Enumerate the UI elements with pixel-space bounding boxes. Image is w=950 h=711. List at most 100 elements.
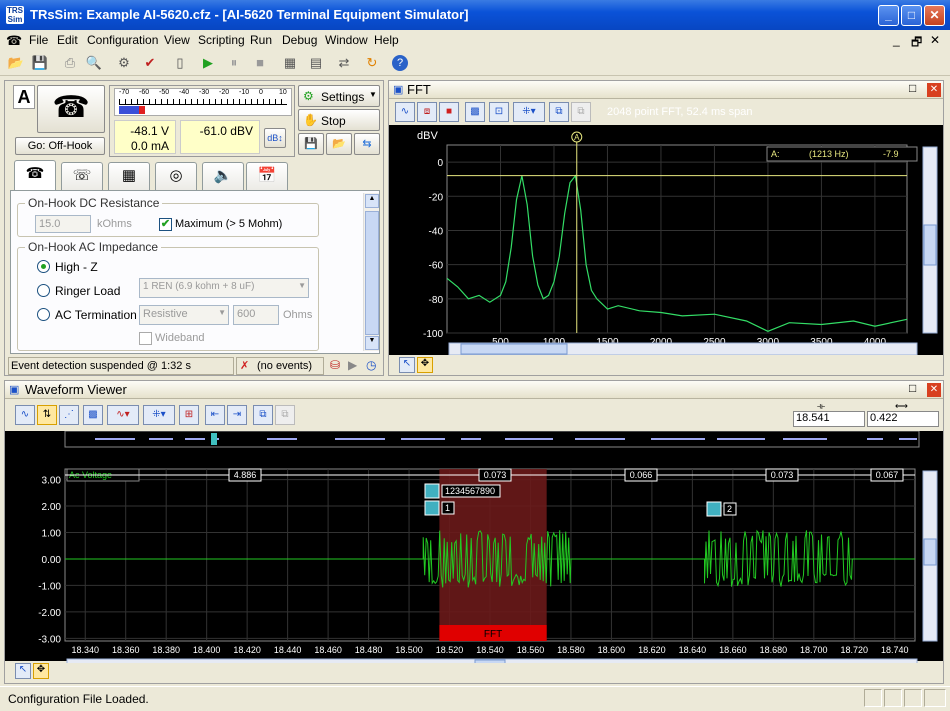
calculator-icon[interactable]: ▦ [280, 53, 300, 73]
tab-dial[interactable]: ◎ [155, 162, 197, 190]
menu-window[interactable]: Window [325, 33, 368, 47]
wv-scale-icon[interactable]: ⇅ [37, 405, 57, 425]
clock-icon[interactable]: ◷ [366, 358, 376, 372]
fft-spectrum-icon[interactable]: ⧈ [417, 102, 437, 122]
checklist-icon[interactable]: ✔ [140, 53, 160, 73]
wv-fit-icon[interactable]: ⊞ [179, 405, 199, 425]
fft-close-icon[interactable]: ✕ [927, 83, 941, 97]
wv-settings-icon[interactable]: ▩ [83, 405, 103, 425]
wv-wave-icon[interactable]: ∿ [15, 405, 35, 425]
tab-calendar[interactable]: 📅 [246, 162, 288, 190]
wv-x-tick: 18.700 [800, 645, 828, 655]
events-status: ✗ (no events) [236, 357, 324, 375]
transfer-icon[interactable]: ⇆ [354, 133, 380, 155]
phone-icon[interactable]: ☎ [37, 85, 105, 133]
pointer-tool-icon[interactable]: ↖ [399, 357, 415, 373]
wv-pan-tool-icon[interactable]: ✥ [33, 663, 49, 679]
menu-run[interactable]: Run [250, 33, 272, 47]
fft-cursor-dropdown[interactable]: ⁜▾ [513, 102, 545, 122]
fft-record-icon[interactable]: ■ [439, 102, 459, 122]
print-preview-icon[interactable]: 🔍 [84, 53, 104, 73]
wv-x-tick: 18.620 [638, 645, 666, 655]
fft-marker-tag-label: A [574, 133, 580, 142]
minimize-button[interactable]: _ [878, 5, 899, 26]
channel-letter: A [13, 85, 35, 109]
wv-paste-icon[interactable]: ⧉ [275, 405, 295, 425]
events-label: (no events) [257, 360, 313, 372]
fft-chart[interactable]: dBV0-20-40-60-80-10050010001500200025003… [389, 125, 943, 355]
menu-edit[interactable]: Edit [57, 33, 78, 47]
menu-file[interactable]: File [29, 33, 48, 47]
dc-resistance-input[interactable]: 15.0 [35, 215, 91, 233]
pan-tool-icon[interactable]: ✥ [417, 357, 433, 373]
waveform-close-icon[interactable]: ✕ [927, 383, 941, 397]
waveform-maximize-icon[interactable]: □ [909, 381, 916, 395]
wv-trace-dropdown[interactable]: ∿▾ [107, 405, 139, 425]
radio-ac-termination[interactable] [37, 308, 50, 321]
app-icon: TRS Sim [6, 6, 24, 24]
title-bar[interactable]: TRS Sim TRsSim: Example AI-5620.cfz - [A… [0, 0, 950, 30]
pause-icon[interactable]: ⏸ [224, 53, 244, 73]
tab-hook[interactable]: ☎ [14, 160, 56, 190]
menu-debug[interactable]: Debug [282, 33, 317, 47]
go-off-hook-button[interactable]: Go: Off-Hook [15, 137, 105, 155]
save-icon[interactable]: 💾 [30, 53, 50, 73]
maximum-checkbox[interactable]: ✔ [159, 218, 172, 231]
fft-zoom-icon[interactable]: ⊡ [489, 102, 509, 122]
wv-cursor-dropdown[interactable]: ⁜▾ [143, 405, 175, 425]
fft-paste-icon[interactable]: ⧉ [571, 102, 591, 122]
stop-icon[interactable]: ■ [250, 53, 270, 73]
menu-configuration[interactable]: Configuration [87, 33, 158, 47]
ringer-load-select[interactable]: 1 REN (6.9 kohm + 8 uF) ▼ [139, 278, 309, 298]
fft-maximize-icon[interactable]: □ [909, 81, 916, 95]
menu-view[interactable]: View [164, 33, 190, 47]
wv-zoom-in-icon[interactable]: ⇤ [205, 405, 225, 425]
fft-settings-icon[interactable]: ▩ [465, 102, 485, 122]
menu-help[interactable]: Help [374, 33, 399, 47]
wv-channels-icon[interactable]: ⋰ [59, 405, 79, 425]
wideband-checkbox[interactable] [139, 332, 152, 345]
open-icon[interactable]: 📂 [6, 53, 26, 73]
save-config-icon[interactable]: 💾 [298, 133, 324, 155]
settings-button[interactable]: ⚙ Settings ▼ [298, 85, 380, 107]
radio-ringer-load[interactable] [37, 284, 50, 297]
wv-zoom-out-icon[interactable]: ⇥ [227, 405, 247, 425]
waveform-chart[interactable]: 3.00 2.00 1.00 0.00 -1.00 -2.00 -3.00 18.340 18.… [5, 431, 943, 663]
menu-scripting[interactable]: Scripting [198, 33, 245, 47]
vertical-scrollbar[interactable]: ▲ ▼ [363, 193, 379, 351]
wv-x-tick: 18.660 [719, 645, 747, 655]
close-button[interactable]: ✕ [924, 5, 945, 26]
wv-copy-icon[interactable]: ⧉ [253, 405, 273, 425]
fft-copy-icon[interactable]: ⧉ [549, 102, 569, 122]
stop-button[interactable]: ✋ Stop [298, 109, 380, 131]
gear-icon[interactable]: ⚙ [114, 53, 134, 73]
play-icon[interactable]: ▶ [348, 358, 357, 372]
document-icon[interactable]: ☎ [6, 33, 22, 49]
wv-pointer-tool-icon[interactable]: ↖ [15, 663, 31, 679]
tab-keypad[interactable]: ▦ [108, 162, 150, 190]
time-span-field[interactable]: 0.422 [867, 411, 939, 427]
tab-ringer[interactable]: ☏ [61, 162, 103, 190]
time-position-field[interactable]: 18.541 [793, 411, 865, 427]
tab-audio[interactable]: 🔈 [202, 162, 244, 190]
scroll-up-icon[interactable]: ▲ [365, 194, 379, 208]
notes-icon[interactable]: ▤ [306, 53, 326, 73]
new-script-icon[interactable]: ▯ [170, 53, 190, 73]
mdi-close-button[interactable]: ✕ [930, 33, 940, 47]
refresh-icon[interactable]: ↻ [362, 53, 382, 73]
fft-wave-icon[interactable]: ∿ [395, 102, 415, 122]
load-config-icon[interactable]: 📂 [326, 133, 352, 155]
radio-high-z[interactable] [37, 260, 50, 273]
record-icon[interactable]: ⛁ [330, 358, 340, 372]
scroll-down-icon[interactable]: ▼ [365, 336, 379, 350]
mdi-minimize-button[interactable]: _ [893, 33, 900, 47]
scroll-thumb[interactable] [365, 211, 379, 335]
help-icon[interactable]: ? [392, 55, 408, 71]
run-icon[interactable]: ▶ [198, 53, 218, 73]
db-toggle-icon[interactable]: dB↕ [264, 128, 286, 148]
termination-value-input[interactable]: 600 [233, 305, 279, 325]
termination-type-select[interactable]: Resistive ▼ [139, 305, 229, 325]
maximize-button[interactable]: □ [901, 5, 922, 26]
handshake-icon[interactable]: ⇄ [334, 53, 354, 73]
print-icon[interactable]: ⎙ [60, 53, 80, 73]
